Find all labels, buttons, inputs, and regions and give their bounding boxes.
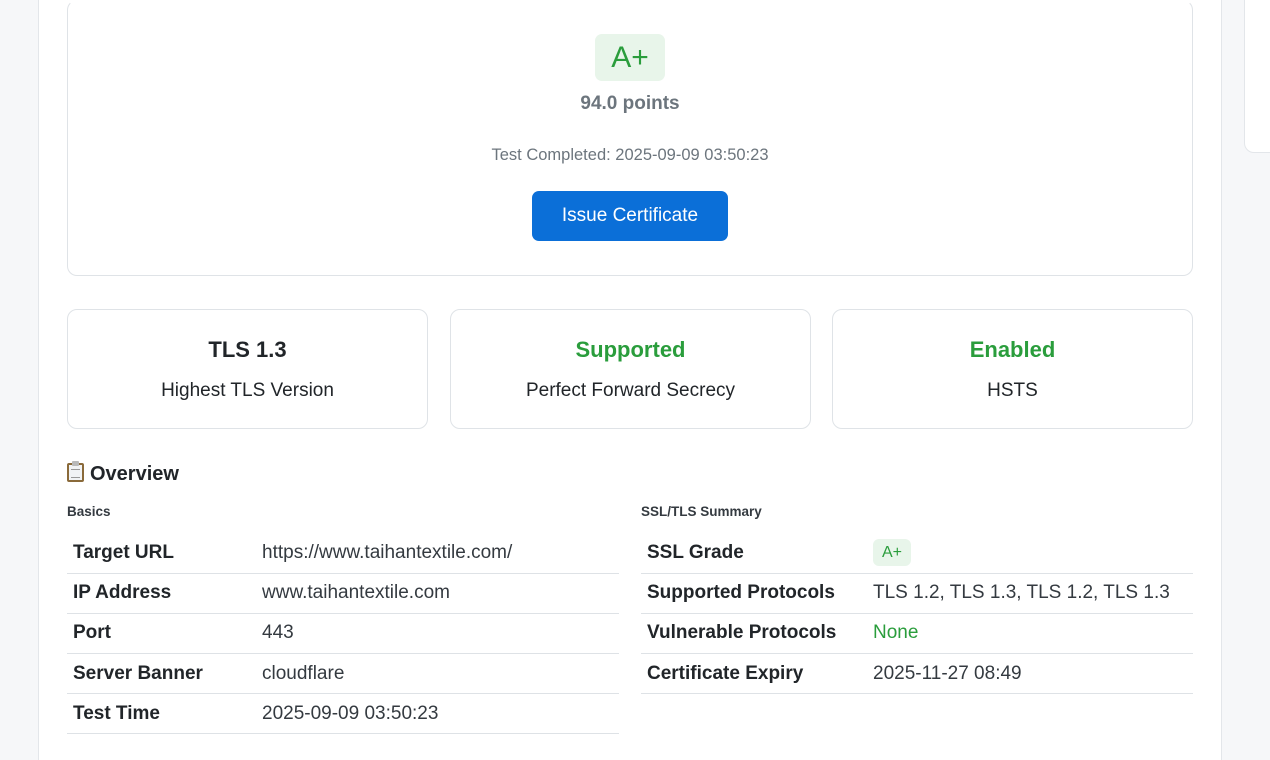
row-value: www.taihantextile.com — [256, 573, 619, 614]
row-key: Test Time — [67, 693, 256, 735]
basics-table: Target URL https://www.taihantextile.com… — [67, 533, 619, 735]
row-value: https://www.taihantextile.com/ — [256, 533, 619, 574]
table-row: Server Banner cloudflare — [67, 653, 619, 695]
basics-heading: Basics — [67, 504, 111, 519]
row-value: cloudflare — [256, 653, 619, 695]
ssl-summary-heading: SSL/TLS Summary — [641, 504, 762, 519]
row-key: IP Address — [67, 573, 256, 614]
row-key: Server Banner — [67, 653, 256, 695]
stat-label: Perfect Forward Secrecy — [525, 380, 736, 401]
clipboard-icon — [67, 461, 84, 482]
stat-value: TLS 1.3 — [208, 337, 287, 362]
row-key: SSL Grade — [641, 533, 867, 574]
overview-heading: Overview — [67, 461, 179, 486]
row-key: Vulnerable Protocols — [641, 613, 867, 655]
row-value: TLS 1.2, TLS 1.3, TLS 1.2, TLS 1.3 — [867, 573, 1193, 614]
table-row: IP Address www.taihantextile.com — [67, 573, 619, 614]
stat-card-forward-secrecy: Supported Perfect Forward Secrecy — [450, 309, 811, 429]
stat-label: HSTS — [987, 380, 1038, 401]
table-row: SSL Grade A+ — [641, 533, 1193, 574]
table-row: Port 443 — [67, 613, 619, 655]
row-value-cell: A+ — [867, 533, 1193, 574]
ssl-summary-table: SSL Grade A+ Supported Protocols TLS 1.2… — [641, 533, 1193, 695]
stat-value: Enabled — [969, 337, 1056, 362]
stat-value: Supported — [575, 337, 686, 362]
table-row: Supported Protocols TLS 1.2, TLS 1.3, TL… — [641, 573, 1193, 614]
row-key: Supported Protocols — [641, 573, 867, 614]
score-points: 94.0 points — [580, 93, 680, 114]
table-row: Target URL https://www.taihantextile.com… — [67, 533, 619, 574]
row-key: Certificate Expiry — [641, 653, 867, 695]
side-panel-card — [1244, 0, 1270, 153]
stat-card-tls-version: TLS 1.3 Highest TLS Version — [67, 309, 428, 429]
row-key: Target URL — [67, 533, 256, 574]
stat-label: Highest TLS Version — [161, 380, 334, 401]
row-value: None — [867, 613, 1193, 655]
table-row: Certificate Expiry 2025-11-27 08:49 — [641, 653, 1193, 695]
overview-title: Overview — [90, 463, 179, 485]
row-value: 443 — [256, 613, 619, 655]
stat-card-hsts: Enabled HSTS — [832, 309, 1193, 429]
issue-certificate-button[interactable]: Issue Certificate — [532, 191, 728, 241]
ssl-grade-badge: A+ — [873, 539, 912, 567]
table-row: Vulnerable Protocols None — [641, 613, 1193, 655]
row-key: Port — [67, 613, 256, 655]
row-value: 2025-11-27 08:49 — [867, 653, 1193, 695]
test-completed-time: Test Completed: 2025-09-09 03:50:23 — [491, 146, 769, 164]
row-value: 2025-09-09 03:50:23 — [256, 693, 619, 735]
table-row: Test Time 2025-09-09 03:50:23 — [67, 693, 619, 735]
grade-badge: A+ — [595, 34, 665, 81]
